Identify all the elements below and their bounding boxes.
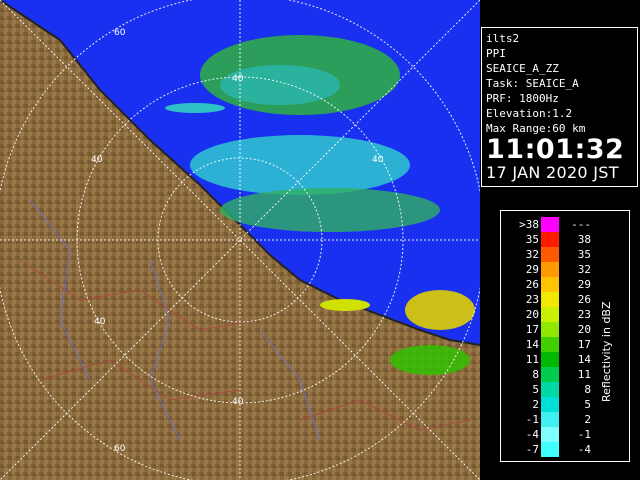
legend-high-value: 38 [577, 233, 591, 246]
legend-row: 29 32 [501, 262, 629, 277]
legend-row: 26 29 [501, 277, 629, 292]
site-name: ilts2 [486, 32, 520, 45]
legend-color-swatch [541, 337, 559, 352]
legend-low-value: 32 [525, 248, 539, 261]
legend-low-value: >38 [519, 218, 539, 231]
legend-high-value: 23 [577, 308, 591, 321]
scan-info-panel: ilts2 PPI SEAICE_A_ZZ Task: SEAICE_A PRF… [481, 27, 638, 187]
range-rings [0, 0, 480, 480]
legend-color-swatch [541, 292, 559, 307]
legend-color-swatch [541, 382, 559, 397]
task-name: Task: SEAICE_A [486, 77, 579, 90]
legend-low-value: 2 [532, 398, 539, 411]
legend-low-value: -1 [525, 413, 539, 426]
legend-high-value: 35 [577, 248, 591, 261]
product-name: SEAICE_A_ZZ [486, 62, 559, 75]
legend-row: -7 -4 [501, 442, 629, 457]
legend-low-value: 26 [525, 278, 539, 291]
legend-color-swatch [541, 427, 559, 442]
legend-high-value: --- [571, 218, 591, 231]
legend-color-swatch [541, 442, 559, 457]
legend-low-value: -7 [525, 443, 539, 456]
legend-color-swatch [541, 307, 559, 322]
prf-value: PRF: 1800Hz [486, 92, 559, 105]
legend-low-value: 29 [525, 263, 539, 276]
legend-low-value: 17 [525, 323, 539, 336]
legend-low-value: 8 [532, 368, 539, 381]
range-label: 40 [232, 74, 244, 84]
legend-high-value: 20 [577, 323, 591, 336]
legend-low-value: 5 [532, 383, 539, 396]
legend-high-value: 11 [577, 368, 591, 381]
legend-color-swatch [541, 247, 559, 262]
legend-color-swatch [541, 367, 559, 382]
legend-high-value: 8 [584, 383, 591, 396]
legend-high-value: 29 [577, 278, 591, 291]
legend-high-value: -4 [577, 443, 591, 456]
range-label: 40 [94, 317, 106, 327]
legend-high-value: 5 [584, 398, 591, 411]
scan-time: 11:01:32 [486, 134, 625, 165]
range-label: 40 [232, 397, 244, 407]
range-label: 60 [114, 444, 126, 454]
legend-color-swatch [541, 277, 559, 292]
radar-map: 60 40 40 40 40 40 60 [0, 0, 480, 480]
legend-color-swatch [541, 217, 559, 232]
elevation-value: Elevation:1.2 [486, 107, 573, 120]
legend-color-swatch [541, 397, 559, 412]
legend-low-value: 14 [525, 338, 539, 351]
legend-title: Reflectivity in dBZ [600, 301, 613, 402]
legend-high-value: 32 [577, 263, 591, 276]
legend-high-value: 2 [584, 413, 591, 426]
legend-low-value: 11 [525, 353, 539, 366]
legend-low-value: 35 [525, 233, 539, 246]
legend-high-value: 14 [577, 353, 591, 366]
legend-color-swatch [541, 412, 559, 427]
scan-type: PPI [486, 47, 506, 60]
legend-low-value: 20 [525, 308, 539, 321]
legend-row: -1 2 [501, 412, 629, 427]
scan-date: 17 JAN 2020 JST [486, 163, 619, 182]
range-label: 40 [372, 155, 384, 165]
range-label: 40 [91, 155, 103, 165]
legend-color-swatch [541, 262, 559, 277]
legend-high-value: -1 [577, 428, 591, 441]
legend-row: 32 35 [501, 247, 629, 262]
legend-row: -4 -1 [501, 427, 629, 442]
legend-high-value: 26 [577, 293, 591, 306]
legend-row: >38 --- [501, 217, 629, 232]
range-label: 60 [114, 28, 126, 38]
legend-row: 35 38 [501, 232, 629, 247]
legend-color-swatch [541, 352, 559, 367]
legend-high-value: 17 [577, 338, 591, 351]
legend-color-swatch [541, 232, 559, 247]
legend-color-swatch [541, 322, 559, 337]
legend-low-value: -4 [525, 428, 539, 441]
legend-low-value: 23 [525, 293, 539, 306]
